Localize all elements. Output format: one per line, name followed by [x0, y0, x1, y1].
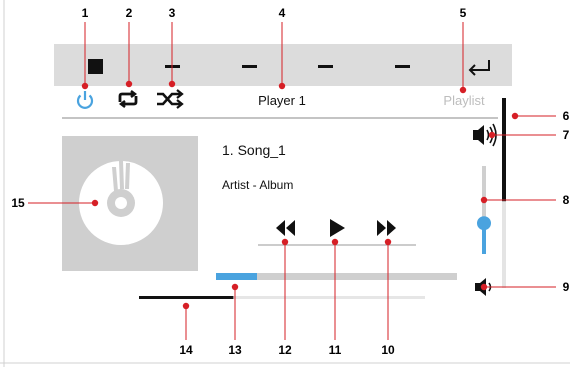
volume-slider-knob[interactable]: [477, 216, 491, 231]
callout-number-7: 7: [563, 128, 570, 142]
song-title: 1. Song_1: [222, 142, 286, 158]
progress-fill: [216, 273, 257, 280]
preset-4-dash-icon[interactable]: [395, 65, 410, 68]
fast-forward-icon[interactable]: [377, 220, 396, 236]
artist-album: Artist - Album: [222, 178, 293, 192]
callout-number-15: 15: [11, 196, 25, 210]
callout-dot-15: [91, 199, 99, 207]
level-fill: [139, 296, 234, 299]
callout-dot-6: [511, 112, 519, 120]
callout-dot-2: [125, 80, 133, 88]
callout-dot-9: [480, 283, 488, 291]
callout-dot-7: [488, 131, 496, 139]
callout-dot-11: [331, 238, 339, 246]
stop-icon[interactable]: [88, 59, 103, 74]
callout-number-9: 9: [563, 280, 570, 294]
callout-number-14: 14: [179, 343, 193, 357]
playback-progress-bar[interactable]: [216, 273, 457, 280]
callout-number-8: 8: [563, 193, 570, 207]
callout-dot-14: [182, 302, 190, 310]
volume-rail-active: [502, 164, 506, 202]
toolbar-panel: [54, 44, 512, 86]
callout-dot-1: [81, 82, 89, 90]
playlist-button[interactable]: Playlist: [443, 93, 485, 108]
play-icon[interactable]: [330, 219, 345, 237]
callout-dot-12: [281, 238, 289, 246]
callout-number-4: 4: [279, 6, 286, 20]
callout-number-10: 10: [381, 343, 395, 357]
level-bar[interactable]: [139, 296, 425, 299]
callout-dot-10: [384, 238, 392, 246]
player-title: Player 1: [258, 93, 306, 108]
callout-number-11: 11: [329, 343, 342, 357]
preset-3-dash-icon[interactable]: [318, 65, 333, 68]
callout-number-6: 6: [563, 109, 570, 123]
preset-2-dash-icon[interactable]: [242, 65, 257, 68]
volume-control: [473, 98, 506, 296]
top-toolbar: [54, 44, 512, 86]
callout-dot-3: [168, 80, 176, 88]
power-icon[interactable]: [76, 91, 94, 109]
callout-number-13: 13: [228, 343, 242, 357]
shuffle-icon[interactable]: [157, 89, 184, 109]
callout-dot-4: [278, 82, 286, 90]
volume-header-bar: [502, 98, 506, 164]
callout-number-12: 12: [278, 343, 292, 357]
callout-number-2: 2: [126, 6, 133, 20]
callout-dot-13: [231, 283, 239, 291]
callout-dot-8: [480, 196, 488, 204]
callout-number-1: 1: [82, 6, 89, 20]
callout-number-3: 3: [169, 6, 176, 20]
rewind-icon[interactable]: [276, 220, 295, 236]
callout-dot-5: [459, 86, 467, 94]
player-diagram: Player 1 Playlist 1. Song_1 Artist - Alb…: [0, 0, 570, 367]
repeat-icon[interactable]: [118, 90, 138, 108]
callout-number-5: 5: [460, 6, 467, 20]
status-row: Player 1 Playlist: [76, 89, 485, 109]
